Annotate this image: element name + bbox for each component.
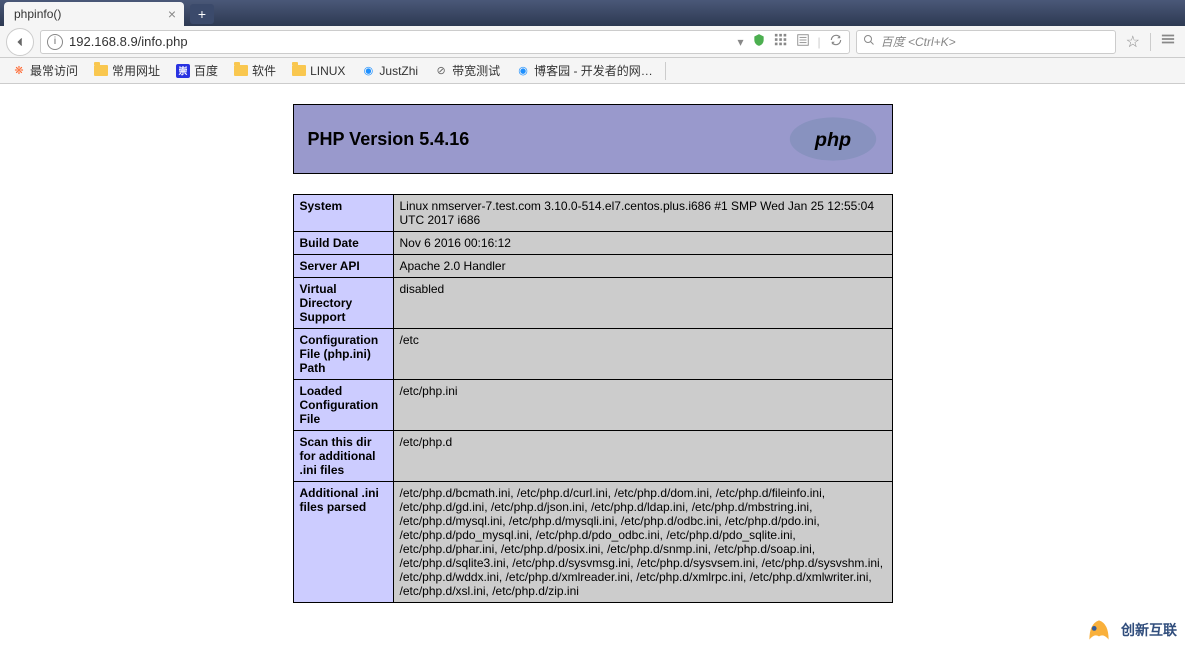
dropdown-icon[interactable]: ▾ (738, 35, 744, 49)
info-value: Apache 2.0 Handler (393, 255, 892, 278)
phpinfo-container: PHP Version 5.4.16 php SystemLinux nmser… (293, 104, 893, 603)
folder-icon (292, 65, 306, 76)
watermark-text: 创新互联 (1121, 620, 1177, 640)
info-value: /etc (393, 329, 892, 380)
bookmark-label: 软件 (252, 62, 276, 79)
bookmark-linux[interactable]: LINUX (286, 62, 351, 80)
grid-icon[interactable] (774, 33, 788, 50)
site-info-icon[interactable]: i (47, 34, 63, 50)
bookmark-most-visited[interactable]: ❋ 最常访问 (6, 60, 84, 81)
bookmark-software[interactable]: 软件 (228, 60, 282, 81)
baidu-icon: 崇 (176, 64, 190, 78)
info-key: Loaded Configuration File (293, 380, 393, 431)
table-row: Build DateNov 6 2016 00:16:12 (293, 232, 892, 255)
tab-title: phpinfo() (14, 7, 61, 21)
info-value: /etc/php.d (393, 431, 892, 482)
search-placeholder: 百度 <Ctrl+K> (881, 33, 956, 50)
shield-icon[interactable] (752, 33, 766, 50)
folder-icon (94, 65, 108, 76)
folder-icon (234, 65, 248, 76)
back-button[interactable] (6, 28, 34, 56)
info-key: Virtual Directory Support (293, 278, 393, 329)
info-value: Nov 6 2016 00:16:12 (393, 232, 892, 255)
page-content: PHP Version 5.4.16 php SystemLinux nmser… (0, 84, 1185, 623)
php-version-title: PHP Version 5.4.16 (308, 129, 470, 150)
table-row: Additional .ini files parsed/etc/php.d/b… (293, 482, 892, 603)
url-bar-icons: ▾ | (738, 33, 843, 50)
bookmark-justzhi[interactable]: ◉ JustZhi (355, 62, 424, 80)
info-key: Scan this dir for additional .ini files (293, 431, 393, 482)
tab-close-icon[interactable]: × (168, 6, 176, 22)
back-arrow-icon (13, 35, 27, 49)
bookmark-bandwidth[interactable]: ⊘ 带宽测试 (428, 60, 506, 81)
table-row: Scan this dir for additional .ini files/… (293, 431, 892, 482)
info-key: Build Date (293, 232, 393, 255)
bookmarks-bar: ❋ 最常访问 常用网址 崇 百度 软件 LINUX ◉ JustZhi ⊘ 带宽… (0, 58, 1185, 84)
table-row: Virtual Directory Supportdisabled (293, 278, 892, 329)
info-key: System (293, 195, 393, 232)
clock-icon: ⊘ (434, 64, 448, 78)
php-logo-icon: php (788, 115, 878, 163)
tab-bar: phpinfo() × + (0, 0, 1185, 26)
info-value: Linux nmserver-7.test.com 3.10.0-514.el7… (393, 195, 892, 232)
bookmark-label: 百度 (194, 62, 218, 79)
table-row: Configuration File (php.ini) Path/etc (293, 329, 892, 380)
search-icon (863, 34, 875, 49)
svg-text:php: php (813, 129, 850, 151)
watermark-logo-icon (1083, 614, 1115, 646)
bookmark-baidu[interactable]: 崇 百度 (170, 60, 224, 81)
info-value: /etc/php.ini (393, 380, 892, 431)
info-value: /etc/php.d/bcmath.ini, /etc/php.d/curl.i… (393, 482, 892, 603)
bookmark-star-icon[interactable]: ☆ (1122, 32, 1144, 52)
site-icon: ◉ (516, 64, 530, 78)
table-row: SystemLinux nmserver-7.test.com 3.10.0-5… (293, 195, 892, 232)
bookmark-common-urls[interactable]: 常用网址 (88, 60, 166, 81)
table-row: Loaded Configuration File/etc/php.ini (293, 380, 892, 431)
site-icon: ◉ (361, 64, 375, 78)
menu-icon[interactable] (1157, 32, 1179, 51)
info-value: disabled (393, 278, 892, 329)
phpinfo-table: SystemLinux nmserver-7.test.com 3.10.0-5… (293, 194, 893, 603)
browser-tab[interactable]: phpinfo() × (4, 2, 184, 26)
bookmark-cnblogs[interactable]: ◉ 博客园 - 开发者的网… (510, 60, 659, 81)
phpinfo-header: PHP Version 5.4.16 php (293, 104, 893, 174)
info-key: Configuration File (php.ini) Path (293, 329, 393, 380)
divider (1150, 33, 1151, 51)
reload-icon[interactable] (829, 33, 843, 50)
reader-icon[interactable] (796, 33, 810, 50)
info-key: Server API (293, 255, 393, 278)
search-bar[interactable]: 百度 <Ctrl+K> (856, 30, 1116, 54)
info-key: Additional .ini files parsed (293, 482, 393, 603)
url-text: 192.168.8.9/info.php (69, 34, 732, 49)
url-bar[interactable]: i 192.168.8.9/info.php ▾ | (40, 30, 850, 54)
new-tab-button[interactable]: + (190, 4, 214, 24)
bookmark-label: 常用网址 (112, 62, 160, 79)
divider (665, 62, 666, 80)
navigation-bar: i 192.168.8.9/info.php ▾ | 百度 <Ctrl+K> ☆ (0, 26, 1185, 58)
bookmark-label: 带宽测试 (452, 62, 500, 79)
recent-icon: ❋ (12, 64, 26, 78)
table-row: Server APIApache 2.0 Handler (293, 255, 892, 278)
bookmark-label: JustZhi (379, 64, 418, 78)
bookmark-label: LINUX (310, 64, 345, 78)
bookmark-label: 博客园 - 开发者的网… (534, 62, 653, 79)
watermark: 创新互联 (1083, 614, 1177, 646)
bookmark-label: 最常访问 (30, 62, 78, 79)
